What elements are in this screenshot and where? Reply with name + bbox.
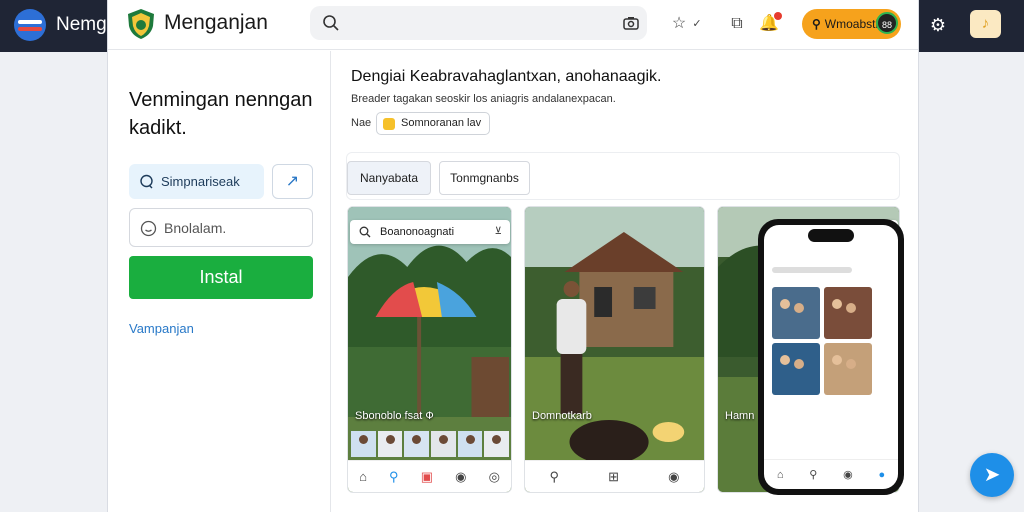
chip-label: Simpnariseak: [161, 174, 240, 189]
avatar[interactable]: [431, 431, 456, 457]
outer-brand[interactable]: Nemgo: [14, 9, 117, 41]
screenshot-card[interactable]: Domnotkarb ⚲ ⊞ ◉: [524, 206, 705, 493]
avatar[interactable]: [351, 431, 376, 457]
promo-button[interactable]: ⚲ Wmoabstb 88: [802, 9, 901, 39]
publisher-label: Somnoranan lav: [401, 117, 482, 129]
app-name: Menganjan: [164, 11, 268, 34]
text-input[interactable]: [164, 218, 304, 238]
share-icon[interactable]: ⧉: [726, 13, 748, 35]
avatar[interactable]: [457, 431, 483, 457]
search-icon: [359, 226, 371, 238]
chat-icon[interactable]: ◉: [843, 468, 853, 481]
avatar-strip: [351, 431, 510, 457]
avatar[interactable]: [404, 431, 430, 457]
screenshot-card[interactable]: Boanonoagnati ⊻ Sbonoblo fsat Ф ⌂ ⚲ ▣ ◉ …: [347, 206, 512, 493]
publisher-tag[interactable]: Somnoranan lav: [376, 112, 491, 135]
content-title: Dengiai Keabravahaglantxan, anohanaagik.: [351, 68, 662, 85]
chat-icon[interactable]: ◉: [455, 469, 466, 485]
send-icon: ➤: [983, 464, 1001, 486]
photo-tile[interactable]: [772, 287, 820, 339]
card-caption: Hamn: [725, 410, 755, 422]
filter-icon[interactable]: ⊻: [495, 220, 502, 244]
avatar[interactable]: 88: [876, 12, 898, 34]
search-icon[interactable]: ⚲: [389, 469, 399, 485]
chat-icon[interactable]: ◉: [668, 469, 679, 485]
gear-icon[interactable]: ⚙: [926, 13, 950, 37]
app-window: Menganjan ☆ ✓ ⧉ 🔔 ⚲ Wmoabstb 88 Venmingan…: [108, 0, 918, 512]
search-icon[interactable]: ⚲: [550, 469, 560, 485]
outer-logo-icon: [14, 9, 46, 41]
card-search-bar[interactable]: Boanonoagnati ⊻: [350, 220, 510, 244]
left-panel: Venmingan nenngan kadikt. Simpnariseak ↗…: [108, 51, 331, 512]
card-bottom-nav: ⌂ ⚲ ▣ ◉ ◎: [348, 460, 511, 492]
phone-notch: [808, 229, 854, 242]
chat-icon: [140, 174, 153, 189]
checkmark-icon[interactable]: ✓: [686, 13, 708, 35]
grid-icon[interactable]: ⊞: [608, 469, 619, 485]
text-field[interactable]: [129, 208, 313, 247]
home-icon[interactable]: ⌂: [777, 469, 784, 481]
search-icon: [323, 15, 339, 31]
by-label: Nae: [351, 117, 372, 129]
search-input[interactable]: [350, 12, 610, 34]
photo-tile[interactable]: [772, 343, 820, 395]
tab-overview[interactable]: Nanyabata: [347, 161, 431, 195]
notification-dot: [774, 12, 782, 20]
chip-button[interactable]: Simpnariseak: [129, 164, 264, 199]
search-icon: ⚲: [812, 17, 821, 31]
avatar[interactable]: [377, 431, 403, 457]
tab-bar: Nanyabata Tonmgnanbs: [346, 152, 900, 200]
phone-header-bar: [772, 267, 852, 273]
avatar[interactable]: [484, 431, 510, 457]
tab-details[interactable]: Tonmgnanbs: [439, 161, 530, 195]
send-button[interactable]: ➤: [970, 453, 1014, 497]
shield-logo-icon: [128, 9, 154, 39]
search-icon[interactable]: ⚲: [809, 468, 817, 481]
card-bottom-nav: ⚲ ⊞ ◉: [525, 460, 704, 492]
house-person-image: [525, 207, 704, 492]
open-link-button[interactable]: ↗: [272, 164, 313, 199]
card-search-label: Boanonoagnati: [380, 226, 455, 238]
phone-bottom-nav: ⌂ ⚲ ◉ ●: [764, 459, 898, 489]
install-button[interactable]: Instal: [129, 256, 313, 299]
content-subtitle: Breader tagakan seoskir los aniagris and…: [351, 93, 616, 105]
card-caption: Sbonoblo fsat Ф: [355, 410, 434, 422]
search-bar[interactable]: [310, 6, 647, 40]
arrow-icon: ↗: [285, 173, 300, 190]
photo-tile[interactable]: [824, 287, 872, 339]
publisher-icon: [383, 118, 395, 130]
card-caption: Domnotkarb: [532, 410, 592, 422]
side-link[interactable]: Vampanjan: [129, 321, 194, 336]
left-heading: Venmingan nenngan kadikt.: [129, 89, 313, 139]
smiley-icon: [140, 220, 157, 237]
phone-mockup: ⌂ ⚲ ◉ ●: [758, 219, 904, 495]
phone-screen: ⌂ ⚲ ◉ ●: [764, 225, 898, 489]
content-area: Dengiai Keabravahaglantxan, anohanaagik.…: [332, 51, 918, 512]
profile-icon[interactable]: ●: [878, 469, 885, 481]
app-header: Menganjan ☆ ✓ ⧉ 🔔 ⚲ Wmoabstb 88: [108, 0, 918, 50]
settings-icon[interactable]: ◎: [489, 469, 500, 485]
shop-icon[interactable]: ▣: [421, 469, 433, 485]
camera-icon[interactable]: [622, 14, 640, 32]
home-icon[interactable]: ⌂: [359, 469, 367, 484]
photo-tile[interactable]: [824, 343, 872, 395]
outer-badge-icon[interactable]: ♪: [970, 10, 1001, 38]
phone-photo-grid: [772, 287, 872, 395]
promo-label: Wmoabstb: [824, 17, 883, 31]
